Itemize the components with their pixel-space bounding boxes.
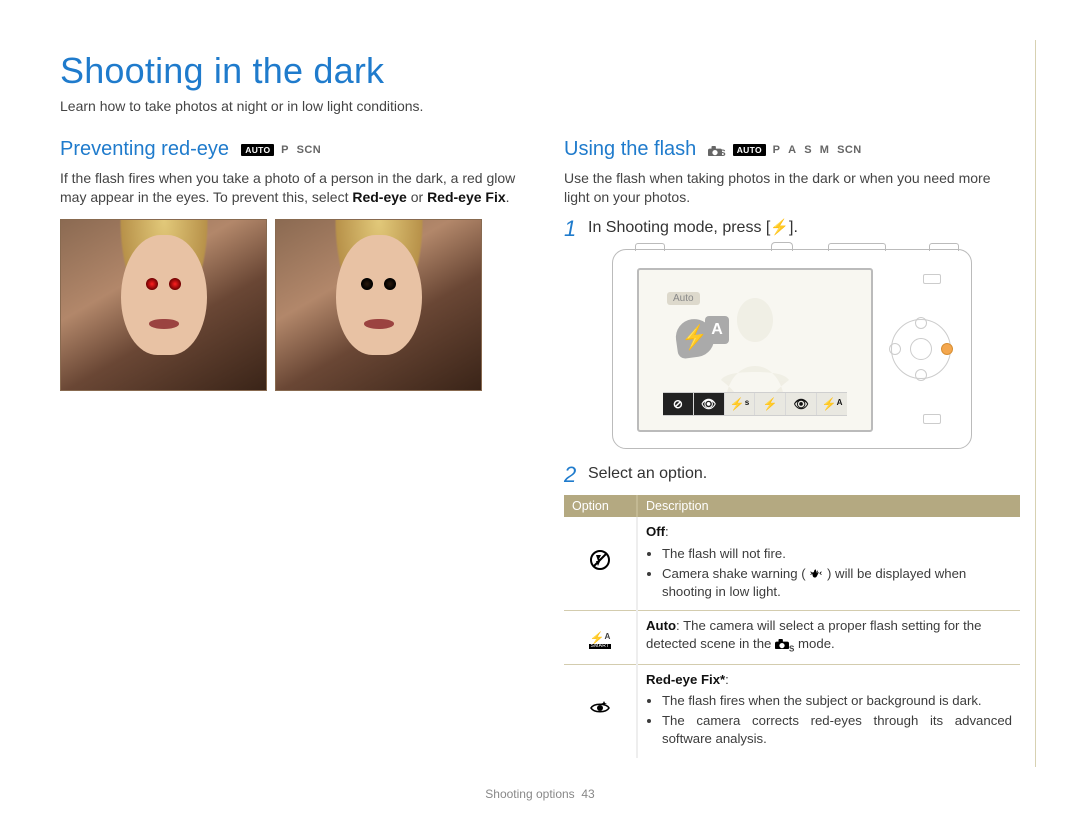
flash-auto-small-icon: ⚡ᴬ SMART	[589, 632, 612, 649]
page-title: Shooting in the dark	[60, 50, 1020, 92]
row-auto: ⚡ᴬ SMART Auto: The camera will select a …	[564, 611, 1020, 664]
dpad-right-highlighted	[941, 343, 953, 355]
mode-scn-text: SCN	[297, 144, 321, 156]
mode-s2: S	[804, 144, 812, 156]
footer-section: Shooting options	[485, 787, 574, 801]
cell-flash-fill-icon: ⚡	[755, 393, 786, 415]
mode-m: M	[820, 144, 830, 156]
page-intro: Learn how to take photos at night or in …	[60, 98, 1020, 114]
flash-options-bar: ⊘ 👁 ⚡ˢ ⚡ 👁 ⚡ᴬ	[663, 392, 847, 416]
body-e: .	[506, 189, 510, 205]
cell-redeye-desc: Red-eye Fix*: The flash fires when the s…	[637, 664, 1020, 758]
options-table: Option Description Off: The flash will n…	[564, 495, 1020, 758]
subhead-row-right: Using the flash S AUTO P A S M SCN	[564, 138, 1020, 165]
paragraph-prevent-redeye: If the flash fires when you take a photo…	[60, 169, 516, 207]
step-1-number: 1	[564, 217, 588, 241]
col-left: Preventing red-eye AUTO P SCN If the fla…	[60, 138, 516, 758]
two-columns: Preventing red-eye AUTO P SCN If the fla…	[60, 138, 1020, 758]
mode-p2: P	[773, 144, 781, 156]
cam-dpad	[891, 319, 951, 379]
step-2-number: 2	[564, 463, 588, 487]
off-b1: The flash will not fire.	[662, 545, 1012, 563]
cam-button-top	[923, 274, 941, 284]
photo-redeye	[60, 219, 267, 391]
cell-redeye-fix-icon: 👁	[786, 393, 817, 415]
footer-page: 43	[581, 787, 594, 801]
mode-a: A	[788, 144, 796, 156]
camera-mode-icon	[775, 636, 789, 647]
mode-auto-badge-2: AUTO	[733, 144, 766, 156]
cell-flash-slow-icon: ⚡ˢ	[725, 393, 756, 415]
page: Shooting in the dark Learn how to take p…	[0, 0, 1080, 815]
right-margin-rule	[1034, 40, 1036, 767]
redeye-title: Red-eye Fix*	[646, 672, 725, 687]
step1-a: In Shooting mode, press [	[588, 219, 770, 236]
camera-screen: Auto ⚡ A ⊘ 👁 ⚡ˢ ⚡ 👁 ⚡ᴬ	[637, 268, 873, 432]
row-off: Off: The flash will not fire. Camera sha…	[564, 517, 1020, 611]
off-b2: Camera shake warning ( ) will be display…	[662, 565, 1012, 601]
th-description: Description	[637, 495, 1020, 517]
cell-auto-icon: ⚡ᴬ SMART	[564, 611, 637, 664]
redeye-b2: The camera corrects red-eyes through its…	[662, 712, 1012, 748]
th-option: Option	[564, 495, 637, 517]
step-2-text: Select an option.	[588, 463, 1020, 485]
page-footer: Shooting options 43	[0, 787, 1080, 801]
mode-auto-badge: AUTO	[241, 144, 274, 156]
photo-pair	[60, 219, 516, 391]
cell-redeye-icon2	[564, 664, 637, 758]
step1-b: ].	[789, 219, 798, 236]
mode-scn2: SCN	[837, 144, 861, 156]
mode-p-text: P	[281, 144, 289, 156]
cell-off-desc: Off: The flash will not fire. Camera sha…	[637, 517, 1020, 611]
screen-auto-label: Auto	[667, 292, 700, 305]
flash-icon: ⚡	[770, 217, 789, 238]
cell-redeye-icon: 👁	[694, 393, 725, 415]
cam-button-bottom	[923, 414, 941, 424]
cell-flash-off-icon: ⊘	[663, 393, 694, 415]
camera-back-figure: Auto ⚡ A ⊘ 👁 ⚡ˢ ⚡ 👁 ⚡ᴬ	[612, 249, 972, 449]
photo-redeye-fixed	[275, 219, 482, 391]
heading-using-flash: Using the flash	[564, 138, 696, 161]
redeye-b1: The flash fires when the subject or back…	[662, 692, 1012, 710]
off-title: Off	[646, 524, 665, 539]
mode-smart-s: S	[720, 148, 726, 158]
auto-txt-b: mode.	[794, 636, 834, 651]
body-c: or	[407, 189, 427, 205]
cell-flash-auto-icon: ⚡ᴬ	[817, 393, 847, 415]
subhead-row-left: Preventing red-eye AUTO P SCN	[60, 138, 516, 165]
flash-auto-big-icon: ⚡ A	[663, 308, 727, 368]
body-b: Red-eye	[352, 189, 406, 205]
row-redeye-fix: Red-eye Fix*: The flash fires when the s…	[564, 664, 1020, 758]
shake-hand-icon	[809, 567, 823, 579]
step-2: 2 Select an option.	[564, 463, 1020, 487]
step-1-text: In Shooting mode, press [⚡].	[588, 217, 1020, 239]
cell-off-icon	[564, 517, 637, 611]
auto-title: Auto	[646, 618, 676, 633]
step-1: 1 In Shooting mode, press [⚡].	[564, 217, 1020, 241]
col-right: Using the flash S AUTO P A S M SCN Use t…	[564, 138, 1020, 758]
heading-prevent-redeye: Preventing red-eye	[60, 138, 229, 161]
cell-auto-desc: Auto: The camera will select a proper fl…	[637, 611, 1020, 664]
body-d: Red-eye Fix	[427, 189, 506, 205]
paragraph-using-flash: Use the flash when taking photos in the …	[564, 169, 1020, 207]
